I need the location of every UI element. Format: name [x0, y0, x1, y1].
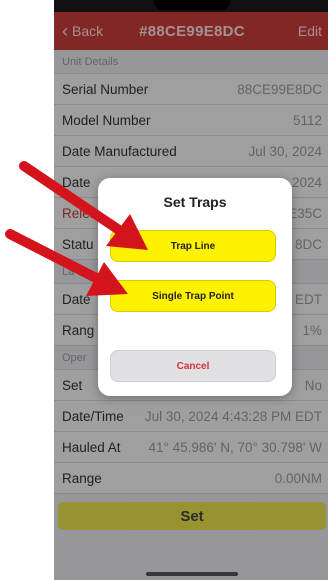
- single-trap-point-button[interactable]: Single Trap Point: [110, 280, 276, 312]
- arrow-to-single-trap-icon: [5, 229, 128, 296]
- cancel-button[interactable]: Cancel: [110, 350, 276, 382]
